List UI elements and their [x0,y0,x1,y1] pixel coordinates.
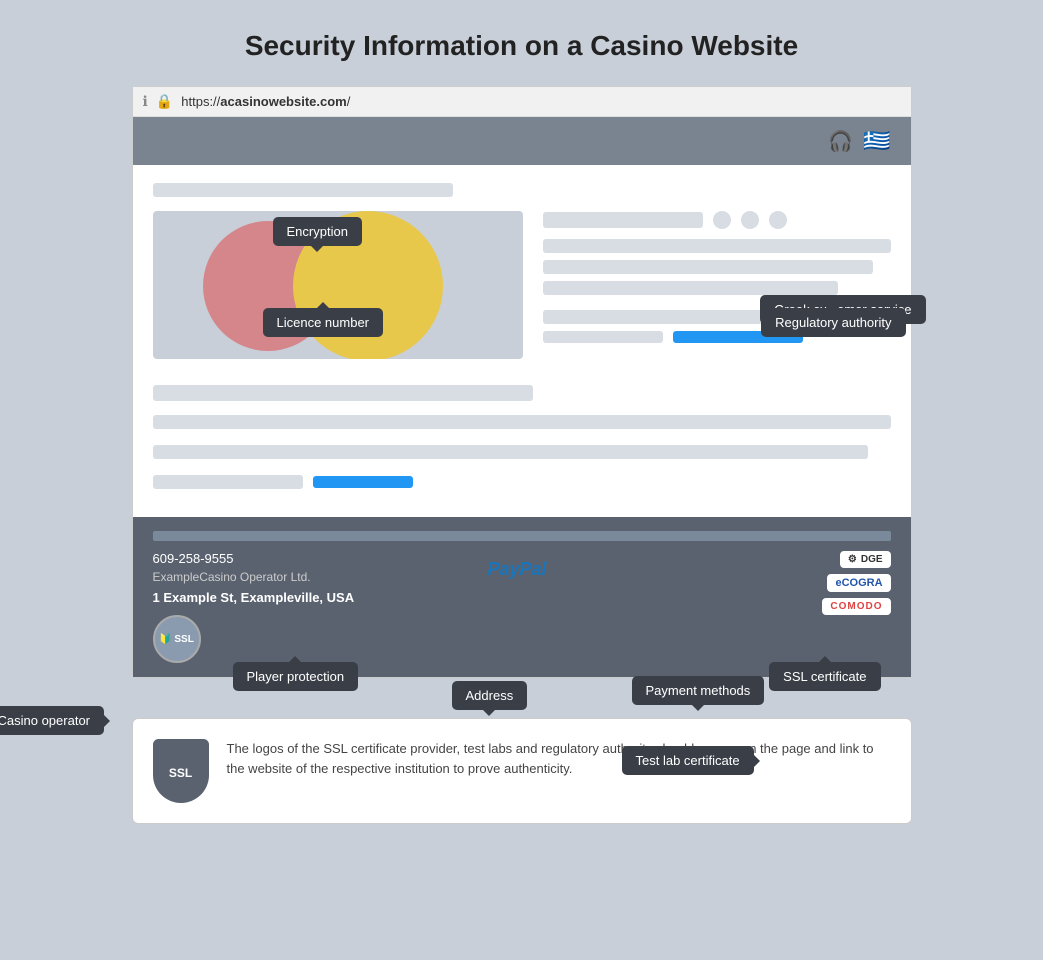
page-title: Security Information on a Casino Website [245,30,798,62]
tooltip-address: Address [452,681,528,710]
content-bar-1 [153,183,453,197]
tooltip-regulatory-authority: Regulatory authority [761,308,905,337]
tooltip-testlab-text: Test lab certificate [636,753,740,768]
ssl-shield-icon: SSL [153,739,209,803]
footer-phone: 609-258-9555 [153,551,468,566]
ssl-shield-text: SSL [169,766,192,780]
lock-icon: 🔒 [156,93,173,110]
mid-bars [153,415,891,497]
dge-text: DGE [861,554,883,565]
dot-2 [741,211,759,229]
tooltip-casino-op-text: Casino operator [0,713,90,728]
hero-top-row [543,211,891,229]
site-middle-content [133,375,911,517]
tooltip-player-text: Player protection [247,669,345,684]
url-display: https://acasinowebsite.com/ [181,94,350,109]
comodo-badge: COMODO [822,598,890,615]
ssl-seal: 🔰 SSL [153,615,201,663]
info-box-text: The logos of the SSL certificate provide… [227,739,891,779]
site-nav: 🎧 🇬🇷 [133,117,911,165]
hero-line-3 [543,281,839,295]
footer-left: 609-258-9555 ExampleCasino Operator Ltd.… [153,551,468,663]
tooltip-ssl-text: SSL certificate [783,669,866,684]
dge-badge: ⚙ DGE [840,551,891,568]
ecogra-badge: eCOGRA [827,574,890,592]
headset-icon: 🎧 [828,129,853,154]
ssl-seal-text: 🔰 SSL [159,634,194,645]
tooltip-test-lab: Test lab certificate [622,746,754,775]
casino-site: 🎧 🇬🇷 [133,117,911,677]
hero-title-bar [543,212,703,228]
tooltip-player-protection: Player protection [233,662,359,691]
footer-operator: ExampleCasino Operator Ltd. [153,570,468,584]
mid-bar-3a [153,475,303,489]
tooltip-licence-text: Licence number [277,315,370,330]
address-bar: ℹ 🔒 https://acasinowebsite.com/ [133,87,911,117]
footer-top-bar [153,531,891,541]
tooltip-regulatory-text: Regulatory authority [775,315,891,330]
browser-chrome: ℹ 🔒 https://acasinowebsite.com/ 🎧 🇬🇷 [132,86,912,678]
dot-3 [769,211,787,229]
tooltip-payment-methods: Payment methods [632,676,765,705]
footer-right: PayPal [487,551,802,663]
tooltip-ssl-certificate: SSL certificate [769,662,880,691]
hero-line-5 [543,331,663,343]
hero-line-2 [543,260,874,274]
footer-grid: 609-258-9555 ExampleCasino Operator Ltd.… [153,551,891,663]
mid-bar-3b [313,476,413,488]
info-box: SSL The logos of the SSL certificate pro… [132,718,912,824]
ecogra-text: eCOGRA [835,577,882,589]
hero-line-1 [543,239,891,253]
tooltip-licence-number: Licence number [263,308,384,337]
mid-bar-1 [153,415,891,429]
footer-address: 1 Example St, Exampleville, USA [153,590,468,605]
greek-flag-icon: 🇬🇷 [863,128,890,154]
comodo-text: COMODO [830,601,882,612]
tooltip-address-text: Address [466,688,514,703]
main-wrapper: ℹ 🔒 https://acasinowebsite.com/ 🎧 🇬🇷 [132,86,912,824]
tooltip-casino-operator: Casino operator [0,706,104,735]
url-domain: acasinowebsite.com [220,94,346,109]
info-icon: ℹ [143,93,148,110]
mid-bar-2 [153,445,869,459]
dge-icon: ⚙ [848,554,857,565]
paypal-logo: PayPal [487,559,546,580]
dot-1 [713,211,731,229]
logos-right: ⚙ DGE eCOGRA COMODO [822,551,890,663]
tooltip-encryption-text: Encryption [287,224,348,239]
tooltip-encryption: Encryption [273,217,362,246]
site-footer: 609-258-9555 ExampleCasino Operator Ltd.… [133,517,911,677]
mid-title-bar [153,385,533,401]
tooltip-payment-text: Payment methods [646,683,751,698]
